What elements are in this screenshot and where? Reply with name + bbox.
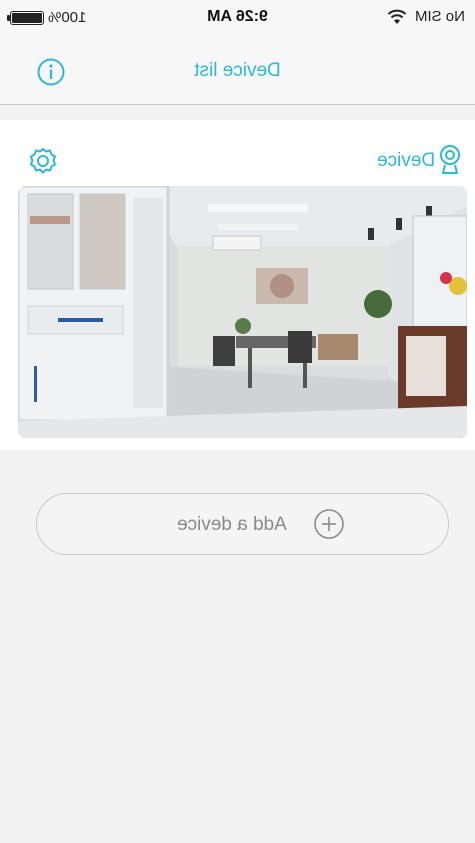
nav-bar: Device list <box>0 34 475 105</box>
device-card[interactable]: Device <box>0 120 475 450</box>
device-card-header: Device <box>0 120 475 186</box>
status-bar: 100% 9:26 AM No SIM <box>0 0 475 34</box>
carrier-label: No SIM <box>414 8 465 25</box>
camera-pin-icon <box>440 145 460 174</box>
plus-circle-icon <box>314 509 344 539</box>
add-device-button[interactable]: Add a device <box>36 493 449 555</box>
carrier-status: No SIM <box>387 8 465 25</box>
settings-gear-icon[interactable] <box>28 146 58 176</box>
page-title: Device list <box>194 60 281 81</box>
device-name: Device <box>376 150 435 171</box>
camera-preview-image[interactable] <box>18 186 467 438</box>
wifi-icon <box>387 9 407 24</box>
add-device-label: Add a device <box>177 514 287 535</box>
